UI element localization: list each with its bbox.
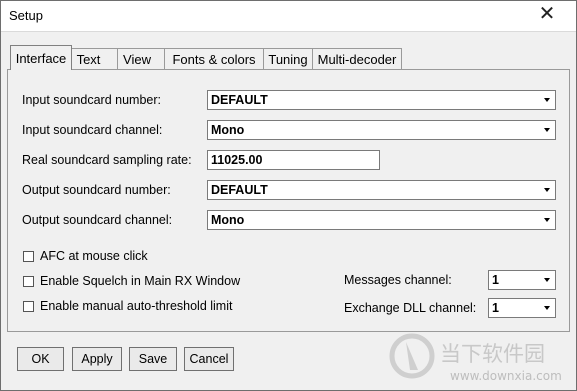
svg-text:www.downxia.com: www.downxia.com — [450, 369, 562, 383]
tab-text[interactable]: Text — [71, 48, 118, 69]
input-soundcard-number-label: Input soundcard number: — [22, 93, 161, 107]
tab-label: View — [123, 51, 151, 67]
ok-button[interactable]: OK — [17, 347, 64, 371]
tab-label: Text — [76, 51, 101, 67]
tab-label: Fonts & colors — [172, 51, 256, 67]
apply-button[interactable]: Apply — [72, 347, 122, 371]
chevron-down-icon[interactable] — [539, 92, 554, 108]
output-soundcard-channel-select[interactable]: Mono — [207, 210, 556, 230]
tab-multi-decoder[interactable]: Multi-decoder — [312, 48, 402, 69]
tab-tuning[interactable]: Tuning — [263, 48, 313, 69]
afc-label: AFC at mouse click — [40, 249, 148, 263]
chevron-down-icon[interactable] — [539, 300, 554, 316]
sampling-rate-label: Real soundcard sampling rate: — [22, 153, 192, 167]
auto-threshold-label: Enable manual auto-threshold limit — [40, 299, 233, 313]
squelch-label: Enable Squelch in Main RX Window — [40, 274, 241, 288]
tab-interface[interactable]: Interface — [10, 45, 72, 70]
exchange-dll-channel-select[interactable]: 1 — [488, 298, 556, 318]
squelch-checkbox[interactable] — [23, 276, 34, 287]
selected-value: Mono — [211, 213, 245, 227]
title-bar: Setup ✕ — [1, 1, 576, 31]
input-soundcard-number-select[interactable]: DEFAULT — [207, 90, 556, 110]
button-label: Save — [138, 352, 168, 366]
selected-value: 1 — [492, 273, 499, 287]
input-soundcard-channel-label: Input soundcard channel: — [22, 123, 163, 137]
tab-fonts-colors[interactable]: Fonts & colors — [164, 48, 264, 69]
tab-label: Multi-decoder — [317, 51, 397, 67]
chevron-down-icon[interactable] — [539, 212, 554, 228]
sampling-rate-input[interactable]: 11025.00 — [207, 150, 380, 170]
selected-value: Mono — [211, 123, 245, 137]
selected-value: DEFAULT — [211, 183, 268, 197]
tab-view[interactable]: View — [117, 48, 165, 69]
save-button[interactable]: Save — [129, 347, 177, 371]
button-label: OK — [31, 352, 50, 366]
auto-threshold-checkbox[interactable] — [23, 301, 34, 312]
input-value: 11025.00 — [211, 153, 263, 167]
title-separator — [1, 31, 576, 32]
cancel-button[interactable]: Cancel — [184, 347, 234, 371]
watermark-icon: 当下软件园 www.downxia.com — [389, 333, 562, 383]
tab-label: Tuning — [268, 51, 308, 67]
selected-value: 1 — [492, 301, 499, 315]
watermark-logo: 当下软件园 www.downxia.com — [388, 330, 573, 388]
close-button[interactable]: ✕ — [525, 3, 569, 25]
output-soundcard-number-label: Output soundcard number: — [22, 183, 171, 197]
exchange-dll-channel-label: Exchange DLL channel: — [344, 301, 477, 315]
chevron-down-icon[interactable] — [539, 182, 554, 198]
chevron-down-icon[interactable] — [539, 122, 554, 138]
messages-channel-label: Messages channel: — [344, 273, 452, 287]
output-soundcard-number-select[interactable]: DEFAULT — [207, 180, 556, 200]
afc-checkbox[interactable] — [23, 251, 34, 262]
chevron-down-icon[interactable] — [539, 272, 554, 288]
messages-channel-select[interactable]: 1 — [488, 270, 556, 290]
button-label: Cancel — [189, 352, 229, 366]
selected-value: DEFAULT — [211, 93, 268, 107]
svg-text:当下软件园: 当下软件园 — [440, 342, 545, 366]
tab-label: Interface — [15, 50, 67, 66]
window-title: Setup — [9, 8, 43, 23]
close-icon: ✕ — [538, 3, 556, 25]
input-soundcard-channel-select[interactable]: Mono — [207, 120, 556, 140]
output-soundcard-channel-label: Output soundcard channel: — [22, 213, 173, 227]
button-label: Apply — [81, 352, 113, 366]
